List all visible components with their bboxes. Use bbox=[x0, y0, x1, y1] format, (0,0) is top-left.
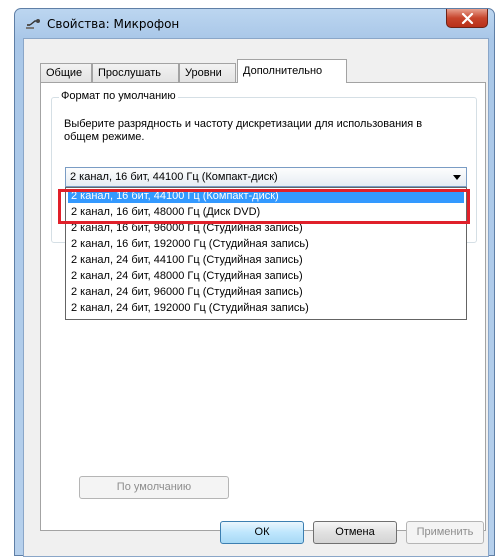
format-combobox[interactable]: 2 канал, 16 бит, 44100 Гц (Компакт-диск) bbox=[65, 167, 467, 187]
tab-advanced[interactable]: Дополнительно bbox=[237, 59, 347, 83]
dialog-window: Свойства: Микрофон Общие Прослушать Уров… bbox=[14, 8, 495, 557]
apply-button[interactable]: Применить bbox=[406, 521, 484, 544]
tab-label: Уровни bbox=[185, 67, 222, 79]
microphone-icon bbox=[26, 19, 40, 29]
chevron-down-icon bbox=[453, 175, 461, 180]
restore-default-button[interactable]: По умолчанию bbox=[79, 476, 229, 499]
cancel-button[interactable]: Отмена bbox=[313, 521, 397, 544]
tab-general[interactable]: Общие bbox=[40, 63, 92, 82]
title-bar[interactable]: Свойства: Микрофон bbox=[15, 9, 494, 37]
close-button[interactable] bbox=[446, 9, 488, 28]
tab-label: Общие bbox=[46, 67, 83, 79]
annotation-highlight-box bbox=[58, 189, 470, 224]
format-selected-value: 2 канал, 16 бит, 44100 Гц (Компакт-диск) bbox=[70, 171, 278, 183]
window-title: Свойства: Микрофон bbox=[47, 17, 180, 31]
format-option[interactable]: 2 канал, 24 бит, 192000 Гц (Студийная за… bbox=[68, 302, 464, 315]
ok-button[interactable]: ОК bbox=[220, 521, 304, 544]
format-option[interactable]: 2 канал, 16 бит, 192000 Гц (Студийная за… bbox=[68, 238, 464, 251]
default-format-description: Выберите разрядность и частоту дискретиз… bbox=[64, 118, 423, 143]
tab-levels[interactable]: Уровни bbox=[179, 63, 236, 82]
close-icon bbox=[461, 13, 474, 24]
dialog-client-area: Общие Прослушать Уровни Дополнительно Фо… bbox=[23, 38, 489, 557]
default-format-legend: Формат по умолчанию bbox=[59, 90, 178, 102]
format-option[interactable]: 2 канал, 24 бит, 44100 Гц (Студийная зап… bbox=[68, 254, 464, 267]
tab-panel-advanced: Формат по умолчанию Выберите разрядность… bbox=[40, 82, 486, 531]
tab-label: Прослушать bbox=[98, 67, 162, 79]
format-option[interactable]: 2 канал, 24 бит, 96000 Гц (Студийная зап… bbox=[68, 286, 464, 299]
tab-label: Дополнительно bbox=[243, 65, 323, 77]
format-option[interactable]: 2 канал, 24 бит, 48000 Гц (Студийная зап… bbox=[68, 270, 464, 283]
tab-listen[interactable]: Прослушать bbox=[92, 63, 179, 82]
default-format-group: Формат по умолчанию Выберите разрядность… bbox=[51, 90, 477, 320]
